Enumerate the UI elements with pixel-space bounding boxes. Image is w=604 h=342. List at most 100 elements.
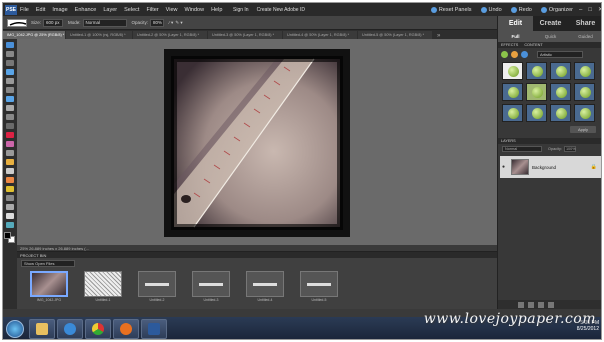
eyedropper-tool-icon[interactable] bbox=[6, 69, 14, 75]
start-button[interactable] bbox=[6, 320, 24, 338]
effect-thumb[interactable] bbox=[574, 62, 595, 80]
undo-button[interactable]: Undo bbox=[480, 6, 502, 13]
minimize-icon[interactable]: – bbox=[579, 7, 582, 13]
foreground-color-swatch[interactable] bbox=[4, 232, 11, 239]
gradient-tool-icon[interactable] bbox=[6, 186, 14, 192]
new-layer-icon[interactable] bbox=[518, 301, 524, 308]
eye-icon[interactable]: ● bbox=[502, 164, 508, 170]
project-bin-select[interactable]: Show Open Files bbox=[21, 260, 75, 267]
crop-tool-icon[interactable] bbox=[6, 114, 14, 120]
subtab-guided[interactable]: Guided bbox=[568, 31, 601, 42]
effect-thumb[interactable] bbox=[526, 104, 547, 122]
menu-select[interactable]: Select bbox=[124, 7, 139, 13]
opacity-field[interactable]: 80% bbox=[150, 18, 165, 27]
menu-window[interactable]: Window bbox=[185, 7, 205, 13]
content-tab[interactable]: CONTENT bbox=[524, 43, 542, 47]
bin-thumb-untitled-1[interactable]: Untitled-1 bbox=[83, 271, 123, 305]
create-id-link[interactable]: Create New Adobe ID bbox=[257, 7, 305, 13]
brush-preview[interactable] bbox=[7, 18, 27, 27]
type-tool-icon[interactable] bbox=[6, 105, 14, 111]
document-image[interactable] bbox=[164, 49, 350, 237]
bin-thumb-untitled-2[interactable]: Untitled-2 bbox=[137, 271, 177, 305]
magic-wand-tool-icon[interactable] bbox=[6, 96, 14, 102]
tab-create[interactable]: Create bbox=[533, 16, 568, 31]
brush-tool-icon[interactable] bbox=[6, 159, 14, 165]
effect-thumb[interactable] bbox=[550, 62, 571, 80]
menu-filter[interactable]: Filter bbox=[146, 7, 158, 13]
move-tool-icon[interactable] bbox=[6, 42, 14, 48]
bin-thumb-untitled-5[interactable]: Untitled-5 bbox=[299, 271, 339, 305]
tablet-icon[interactable]: ✎ ▾ bbox=[175, 20, 182, 26]
effects-category-select[interactable]: Artistic bbox=[537, 50, 583, 58]
menu-help[interactable]: Help bbox=[211, 7, 222, 13]
tab-share[interactable]: Share bbox=[568, 16, 601, 31]
canvas-area[interactable] bbox=[17, 39, 497, 245]
bin-thumb-untitled-3[interactable]: Untitled-3 bbox=[191, 271, 231, 305]
link-layers-icon[interactable] bbox=[538, 301, 544, 308]
redo-button[interactable]: Redo bbox=[510, 6, 532, 13]
subtab-quick[interactable]: Quick bbox=[533, 31, 568, 42]
blur-tool-icon[interactable] bbox=[6, 204, 14, 210]
taskbar-ie[interactable] bbox=[57, 319, 83, 339]
menu-layer[interactable]: Layer bbox=[103, 7, 117, 13]
hand-tool-icon[interactable] bbox=[6, 60, 14, 66]
bin-thumb-untitled-4[interactable]: Untitled-4 bbox=[245, 271, 285, 305]
airbrush-icon[interactable]: ⁄ ▾ bbox=[169, 20, 173, 26]
menu-image[interactable]: Image bbox=[52, 7, 67, 13]
adjustment-layer-icon[interactable] bbox=[528, 301, 534, 308]
menu-enhance[interactable]: Enhance bbox=[75, 7, 97, 13]
taskbar-media[interactable] bbox=[113, 319, 139, 339]
effect-thumb[interactable] bbox=[502, 62, 523, 80]
taskbar-explorer[interactable] bbox=[29, 319, 55, 339]
effect-thumb[interactable] bbox=[502, 83, 523, 101]
zoom-tool-icon[interactable] bbox=[6, 51, 14, 57]
color-swatches[interactable] bbox=[4, 232, 16, 244]
effect-thumb[interactable] bbox=[526, 62, 547, 80]
eraser-tool-icon[interactable] bbox=[6, 168, 14, 174]
taskbar-chrome[interactable] bbox=[85, 319, 111, 339]
lasso-tool-icon[interactable] bbox=[6, 87, 14, 93]
mode-select[interactable]: Normal bbox=[82, 18, 127, 27]
apply-button[interactable]: Apply bbox=[570, 126, 596, 133]
blend-mode-select[interactable]: Normal bbox=[502, 146, 542, 152]
tab-untitled-5[interactable]: Untitled-5 @ 50% (Layer 1, RGB/8) * bbox=[358, 31, 432, 39]
layer-background[interactable]: ● Background 🔒 bbox=[500, 156, 601, 178]
pencil-tool-icon[interactable] bbox=[6, 222, 14, 228]
bin-thumb-img-1042[interactable]: IMG_1042.JPG bbox=[29, 271, 69, 305]
size-field[interactable]: 600 px bbox=[43, 18, 64, 27]
tab-untitled-3[interactable]: Untitled-3 @ 50% (Layer 1, RGB/8) * bbox=[208, 31, 282, 39]
tab-untitled-4[interactable]: Untitled-4 @ 50% (Layer 1, RGB/8) * bbox=[283, 31, 357, 39]
marquee-tool-icon[interactable] bbox=[6, 78, 14, 84]
paint-bucket-tool-icon[interactable] bbox=[6, 177, 14, 183]
effects-tab[interactable]: EFFECTS bbox=[501, 43, 518, 47]
photo-effects-icon[interactable] bbox=[521, 50, 528, 58]
clone-stamp-tool-icon[interactable] bbox=[6, 150, 14, 156]
organizer-button[interactable]: Organizer bbox=[540, 6, 573, 13]
taskbar-pse[interactable] bbox=[141, 319, 167, 339]
close-icon[interactable]: ✕ bbox=[598, 6, 601, 13]
layer-opacity-field[interactable]: 100% bbox=[563, 146, 576, 152]
effect-thumb[interactable] bbox=[550, 83, 571, 101]
effect-thumb[interactable] bbox=[502, 104, 523, 122]
healing-tool-icon[interactable] bbox=[6, 141, 14, 147]
maximize-icon[interactable]: □ bbox=[588, 7, 592, 13]
delete-layer-icon[interactable] bbox=[548, 301, 554, 308]
effect-thumb[interactable] bbox=[574, 83, 595, 101]
tab-untitled-1[interactable]: Untitled-1 @ 100% (rsj, RGB/8) * bbox=[66, 31, 132, 39]
reset-panels-button[interactable]: Reset Panels bbox=[430, 6, 472, 13]
menu-file[interactable]: File bbox=[20, 7, 29, 13]
effect-thumb[interactable] bbox=[574, 104, 595, 122]
effect-thumb[interactable] bbox=[526, 83, 547, 101]
tab-img-1042[interactable]: IMG_1042.JPG @ 25% (RGB/8) * bbox=[3, 31, 65, 39]
filters-icon[interactable] bbox=[501, 50, 508, 58]
sponge-tool-icon[interactable] bbox=[6, 213, 14, 219]
menu-edit[interactable]: Edit bbox=[36, 7, 45, 13]
red-eye-tool-icon[interactable] bbox=[6, 132, 14, 138]
recompose-tool-icon[interactable] bbox=[6, 123, 14, 129]
sign-in-link[interactable]: Sign In bbox=[233, 7, 249, 13]
tab-untitled-2[interactable]: Untitled-2 @ 50% (Layer 1, RGB/8) * bbox=[133, 31, 207, 39]
layer-styles-icon[interactable] bbox=[511, 50, 518, 58]
tab-edit[interactable]: Edit bbox=[498, 16, 533, 31]
shape-tool-icon[interactable] bbox=[6, 195, 14, 201]
subtab-full[interactable]: Full bbox=[498, 31, 533, 42]
